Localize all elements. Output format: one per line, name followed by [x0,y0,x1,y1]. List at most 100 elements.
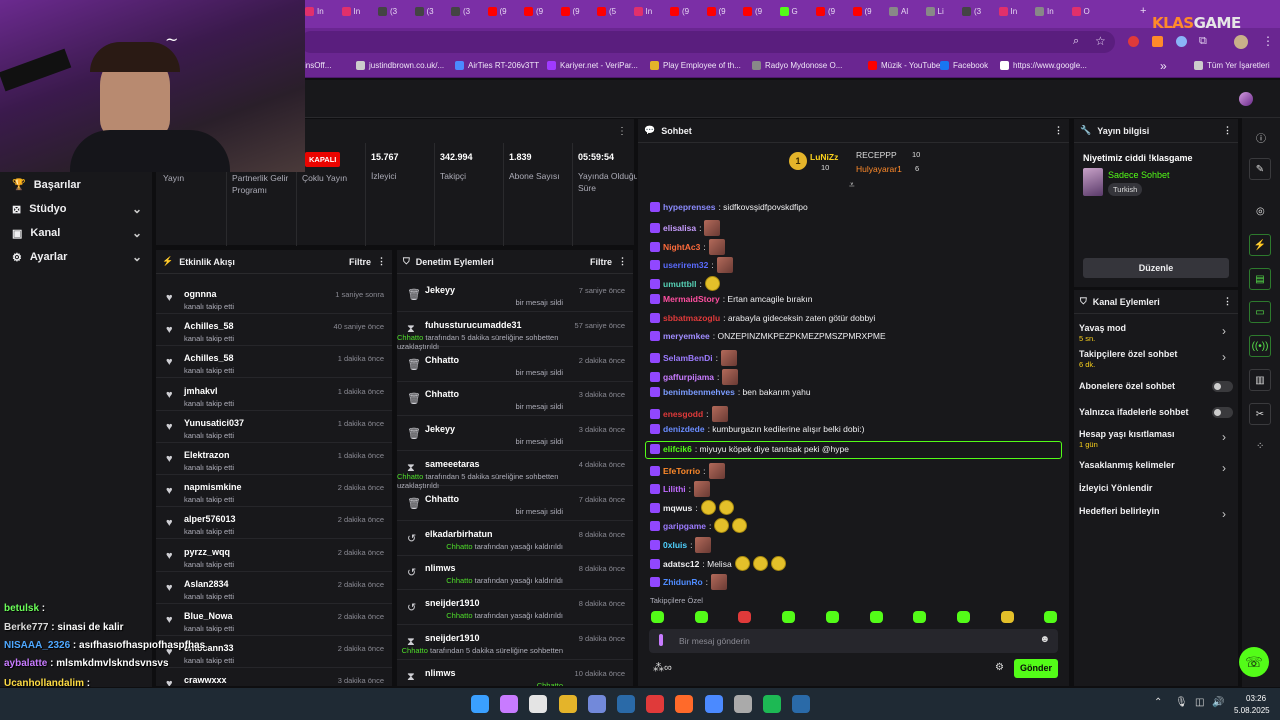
chat-username[interactable]: NightAc3 [663,242,700,252]
browser-tab[interactable]: (3 [962,7,981,16]
browser-tab[interactable]: Li [925,7,944,16]
chat-username[interactable]: userirem32 [663,260,708,270]
obs-icon[interactable] [733,695,752,713]
browser-tab[interactable]: (9 [816,7,835,16]
nav-item-settings[interactable]: ⚙ Ayarlar ⌄ [12,250,142,264]
browser-tab[interactable]: In [305,7,324,16]
chat-message[interactable]: ZhidunRo: [650,574,728,590]
browser-tab[interactable]: (3 [451,7,470,16]
channel-action-2[interactable]: Abonelere özel sohbet [1079,381,1175,391]
extension-icon[interactable] [1152,36,1163,47]
chat-message[interactable]: hypeprenses: sidfkovsşidfpovskdfipo [650,202,808,212]
new-tab-button[interactable]: + [1140,5,1146,17]
photos-icon[interactable] [704,695,723,713]
activity-row[interactable]: ♥ Achilles_58 kanalı takip etti 40 saniye ö… [156,314,392,347]
tray-chevron-icon[interactable]: ⌃ [1154,697,1162,708]
clock-time[interactable]: 03:26 [1246,694,1266,703]
chat-message[interactable]: MermaidStory: Ertan amcagile bırakın [650,294,812,304]
steam-icon[interactable] [792,695,811,713]
nav-item-studio[interactable]: ⊠ Stüdyo ⌄ [12,202,142,216]
chat-message[interactable]: sbbatmazoglu: arabayla gideceksin zaten … [650,313,875,323]
start-icon[interactable] [471,695,489,713]
chat-icon[interactable]: ▭ [1249,301,1271,323]
bookmark-item[interactable]: Play Employee of th... [650,61,741,70]
browser-tab[interactable]: (9 [706,7,726,16]
spotify-icon[interactable] [763,695,781,713]
copilot-icon[interactable] [500,695,519,713]
activity-row[interactable]: ♥ jmhakvl kanalı takip etti 1 dakika önce [156,379,392,411]
expand-icon[interactable]: ⩡ [849,180,855,191]
moderation-row[interactable]: 🗑 Chhatto bir mesajı sildi 2 dakika önce [397,348,633,382]
bookmark-item[interactable]: AirTies RT-206v3TT [455,61,539,70]
toggle-switch[interactable] [1212,381,1233,392]
chat-message[interactable]: garipgame: [650,518,748,533]
browser-tab[interactable]: Al [889,7,908,16]
moderation-row[interactable]: ⧗ sameeetaras Chhatto tarafından 5 dakika … [397,452,633,490]
bookmark-item[interactable]: Müzik - YouTube [868,61,940,70]
chevron-right-icon[interactable]: › [1222,350,1226,364]
extensions-puzzle-icon[interactable]: ⧉ [1199,35,1207,48]
user-avatar[interactable] [1239,92,1253,106]
quick-emote-icon[interactable] [913,611,927,623]
toggle-switch[interactable] [1212,407,1233,418]
quick-emote-icon[interactable] [825,611,839,623]
channel-action-7[interactable]: Hedefleri belirleyin [1079,506,1160,516]
chat-username[interactable]: Lilithi [663,484,686,494]
chat-message[interactable]: enesgodd: [650,406,728,422]
leaderboard-user[interactable]: Hulyayarar1 [856,164,902,174]
quick-emote-icon[interactable] [651,611,664,623]
chat-username[interactable]: garipgame [663,521,706,531]
layout-icon[interactable]: ▥ [1249,369,1271,391]
more-options-icon[interactable]: ⋮ [617,126,627,137]
chat-message[interactable]: 0xluis: [650,537,712,553]
star-bookmark-icon[interactable]: ☆ [1095,34,1106,48]
tools-icon[interactable]: ✂ [1249,403,1271,425]
app-icon[interactable] [675,695,694,713]
bookmark-item[interactable]: justindbrown.co.uk/... [356,61,444,70]
clock-date[interactable]: 5.08.2025 [1234,706,1270,715]
quick-emote-icon[interactable] [694,611,708,623]
discord-icon[interactable] [587,695,606,713]
chat-message[interactable]: userirem32: [650,257,733,273]
more-options-icon[interactable]: ⋮ [618,256,627,267]
extension-icon[interactable] [1176,36,1187,47]
channel-action-4[interactable]: Hesap yaşı kısıtlaması 1 gün [1079,429,1175,449]
target-icon[interactable]: ◎ [1256,206,1265,217]
moderation-row[interactable]: 🗑 Chhatto bir mesajı sildi 3 dakika önce [397,382,633,417]
browser-tab[interactable]: (5 [597,7,616,16]
browser-tab[interactable]: (3 [414,7,434,16]
quick-emote-icon[interactable] [869,611,883,623]
channel-action-1[interactable]: Takipçilere özel sohbet 6 dk. [1079,349,1177,369]
browser-tab[interactable]: (9 [524,7,543,16]
chat-username[interactable]: adatsc12 [663,559,699,569]
moderation-row[interactable]: 🗑 Jekeyy bir mesajı sildi 3 dakika önce [397,417,633,452]
bookmark-item[interactable]: Radyo Mydonose O... [752,61,842,70]
wifi-icon[interactable]: ◫ [1195,697,1204,708]
browser-tab[interactable]: In [998,7,1017,16]
more-options-icon[interactable]: ⋮ [1223,125,1232,136]
chat-message[interactable]: mqwus: [650,500,734,515]
browser-tab[interactable]: (9 [670,7,689,16]
browser-tab[interactable]: (3 [378,7,397,16]
chrome-icon[interactable] [646,695,665,713]
chat-username[interactable]: EfeTorrio [663,466,700,476]
chat-username[interactable]: umuttbll [663,279,697,289]
bookmarks-overflow-icon[interactable]: » [1160,59,1167,73]
chat-username[interactable]: elisalisa [663,223,696,233]
moderation-row[interactable]: ⧗ sneijder1910 Chhatto tarafından 5 dakika… [397,626,633,660]
chevron-right-icon[interactable]: › [1222,324,1226,338]
quick-emote-icon[interactable] [782,611,796,623]
extension-icon[interactable] [1128,36,1139,47]
chat-username[interactable]: benimbenmehves [663,387,735,397]
chat-username[interactable]: hypeprenses [663,202,715,212]
chat-username[interactable]: ZhidunRo [663,577,703,587]
chat-username[interactable]: sbbatmazoglu [663,313,720,323]
activity-row[interactable]: ♥ Achilles_58 kanalı takip etti 1 dakika ön… [156,346,392,379]
moderation-row[interactable]: 🗑 Chhatto bir mesajı sildi 7 dakika önce [397,487,633,521]
channel-action-3[interactable]: Yalnızca ifadelerle sohbet [1079,407,1189,417]
chat-message[interactable]: Lilithi: [650,481,711,497]
moderation-row[interactable]: 🗑 Jekeyy bir mesajı sildi 7 saniye önce [397,278,633,312]
chat-message[interactable]: gaffurpijama: [650,369,739,385]
chat-message[interactable]: umuttbll: [650,276,720,291]
filter-button[interactable]: Filtre [590,257,612,267]
